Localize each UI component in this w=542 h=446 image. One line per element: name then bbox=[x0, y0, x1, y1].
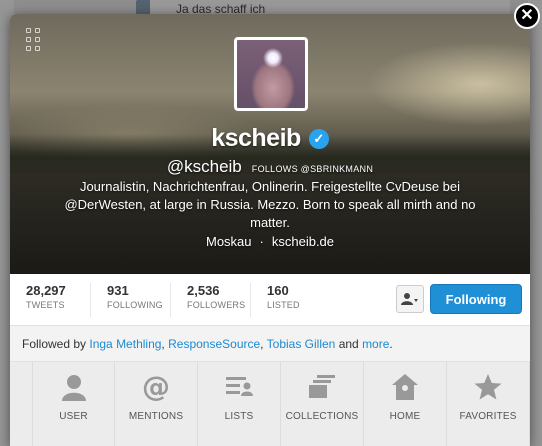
name-row: kscheib ✓ bbox=[10, 124, 530, 153]
stat-value: 28,297 bbox=[26, 282, 66, 298]
stat-following[interactable]: 931 FOLLOWING bbox=[90, 282, 170, 317]
nav-favorites[interactable]: FAVORITES bbox=[447, 362, 530, 446]
stat-value: 2,536 bbox=[187, 282, 220, 298]
stat-label: FOLLOWERS bbox=[187, 299, 246, 310]
followed-by-separator: , bbox=[161, 337, 165, 351]
followed-by-prefix: Followed by bbox=[22, 337, 87, 351]
profile-bio: Journalistin, Nachrichtenfrau, Onlinerin… bbox=[64, 179, 476, 230]
followed-by: Followed by Inga Methling, ResponseSourc… bbox=[10, 326, 530, 362]
nav-lists[interactable]: LISTS bbox=[198, 362, 282, 446]
avatar[interactable] bbox=[234, 37, 308, 111]
user-icon bbox=[57, 370, 91, 404]
lists-icon bbox=[222, 370, 256, 404]
home-icon bbox=[388, 370, 422, 404]
at-icon: @ bbox=[139, 370, 173, 404]
close-button[interactable]: ✕ bbox=[514, 3, 540, 29]
nav-collections[interactable]: COLLECTIONS bbox=[281, 362, 365, 446]
followed-by-user-link[interactable]: ResponseSource bbox=[168, 337, 260, 351]
separator-dot: · bbox=[259, 234, 264, 249]
nav-label: MENTIONS bbox=[128, 411, 184, 422]
nav-label: HOME bbox=[389, 411, 421, 422]
verified-icon: ✓ bbox=[308, 128, 329, 149]
profile-nav: USER @ MENTIONS LISTS COLLECTIONS HOME F… bbox=[10, 362, 530, 446]
star-icon bbox=[471, 370, 505, 404]
following-button[interactable]: Following bbox=[430, 284, 522, 314]
stat-listed[interactable]: 160 LISTED bbox=[250, 282, 330, 317]
followed-by-user-link[interactable]: Inga Methling bbox=[89, 337, 161, 351]
stats-bar: 28,297 TWEETS 931 FOLLOWING 2,536 FOLLOW… bbox=[10, 274, 530, 326]
collections-icon bbox=[305, 370, 339, 404]
nav-user[interactable]: USER bbox=[32, 362, 116, 446]
user-dropdown-icon bbox=[401, 293, 418, 305]
close-icon: ✕ bbox=[520, 7, 534, 24]
nav-label: USER bbox=[59, 411, 88, 422]
stat-label: FOLLOWING bbox=[107, 299, 163, 310]
handle-row: @kscheib FOLLOWS @SBRINKMANN bbox=[10, 157, 530, 177]
stat-label: TWEETS bbox=[26, 299, 65, 310]
profile-header: kscheib ✓ @kscheib FOLLOWS @SBRINKMANN J… bbox=[10, 14, 530, 274]
profile-website-link[interactable]: kscheib.de bbox=[272, 234, 334, 249]
user-actions-button[interactable] bbox=[396, 285, 424, 313]
follows-you-badge: FOLLOWS @SBRINKMANN bbox=[251, 164, 374, 174]
svg-text:@: @ bbox=[142, 372, 170, 402]
stat-tweets[interactable]: 28,297 TWEETS bbox=[10, 283, 90, 317]
stat-value: 931 bbox=[107, 282, 129, 298]
profile-modal: kscheib ✓ @kscheib FOLLOWS @SBRINKMANN J… bbox=[10, 14, 530, 446]
nav-label: COLLECTIONS bbox=[285, 411, 359, 422]
followed-by-separator: , bbox=[260, 337, 264, 351]
followed-by-period: . bbox=[389, 337, 393, 351]
followed-by-more-link[interactable]: more bbox=[362, 337, 389, 351]
stat-label: LISTED bbox=[267, 299, 300, 310]
profile-name: kscheib bbox=[211, 124, 301, 152]
nav-label: FAVORITES bbox=[459, 411, 517, 422]
nav-mentions[interactable]: @ MENTIONS bbox=[115, 362, 199, 446]
profile-handle: @kscheib bbox=[166, 157, 242, 176]
followed-by-user-link[interactable]: Tobias Gillen bbox=[267, 337, 336, 351]
location-row: Moskau · kscheib.de bbox=[10, 234, 530, 249]
grid-icon[interactable] bbox=[26, 28, 42, 52]
profile-location: Moskau bbox=[205, 234, 252, 249]
nav-label: LISTS bbox=[224, 411, 254, 422]
stat-value: 160 bbox=[267, 282, 289, 298]
nav-home[interactable]: HOME bbox=[364, 362, 448, 446]
stat-followers[interactable]: 2,536 FOLLOWERS bbox=[170, 282, 250, 317]
followed-by-and: and bbox=[338, 337, 359, 351]
